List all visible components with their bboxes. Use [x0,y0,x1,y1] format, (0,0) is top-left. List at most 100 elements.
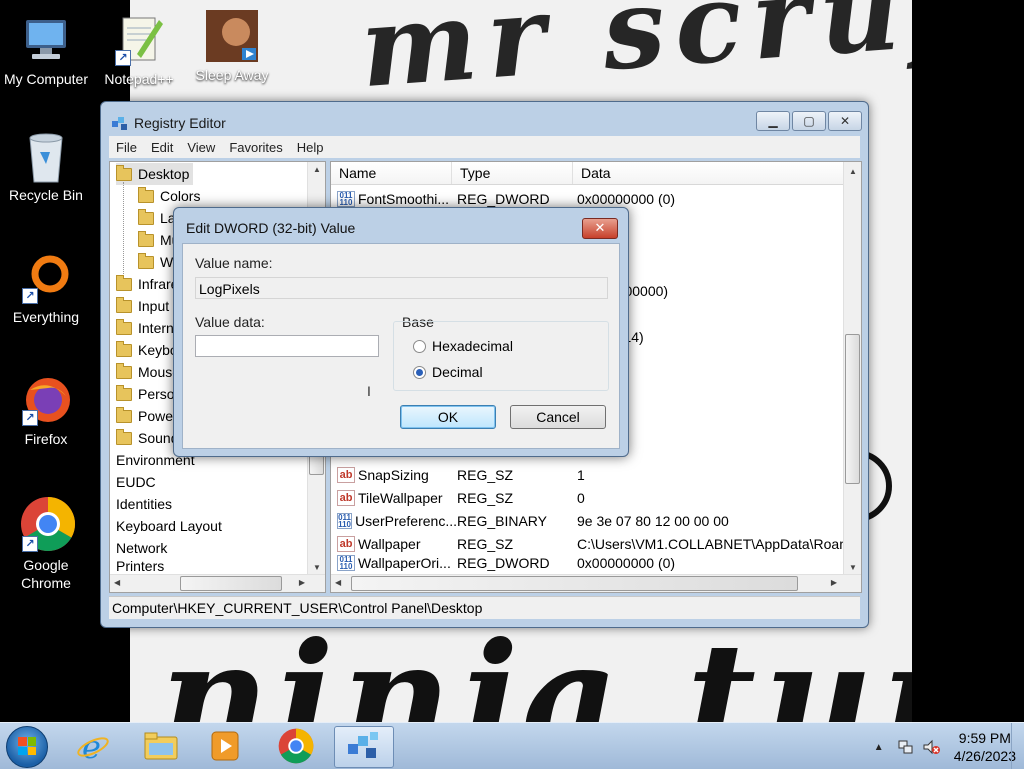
scroll-right-icon: ▶ [298,578,305,587]
window-title-bar[interactable]: Registry Editor [111,112,226,134]
dialog-close-button[interactable]: ✕ [582,218,618,239]
chrome-icon: ↗ [20,496,76,552]
tree-item-label: Colors [160,188,201,204]
folder-icon [116,274,132,291]
desktop-icon-my-computer[interactable]: My Computer [0,14,94,88]
string-value-icon: ab [337,466,355,483]
tree-item-identities[interactable]: Identities [116,493,172,515]
table-row[interactable]: 011 110 WallpaperOri... REG_DWORD 0x00000000… [331,555,847,572]
tree-item[interactable]: Power [116,405,178,427]
windows-start-icon [18,737,36,755]
tree-horizontal-scrollbar[interactable]: ◀ ▶ [110,574,325,592]
volume-muted-icon[interactable] [922,738,940,756]
radio-hexadecimal[interactable]: Hexadecimal [413,338,513,354]
column-header-type[interactable]: Type [452,162,573,184]
tree-item-label: Input [138,298,170,314]
desktop-icon-sleep-away[interactable]: Sleep Away [184,10,280,84]
tree-hscroll-thumb[interactable] [180,576,282,591]
tree-item[interactable]: Infrare [116,273,178,295]
folder-icon [116,318,132,335]
tree-item-network[interactable]: Network [116,537,167,559]
status-bar-path: Computer\HKEY_CURRENT_USER\Control Panel… [109,596,860,619]
maximize-button[interactable]: ▢ [792,111,826,131]
menu-favorites[interactable]: Favorites [222,140,289,155]
everything-search-icon: ↗ [20,252,72,304]
value-name-field: LogPixels [195,277,608,299]
tree-item[interactable]: Wi [138,251,176,273]
values-horizontal-scrollbar[interactable]: ◀ ▶ [331,574,861,592]
list-header: Name Type Data [331,162,861,185]
tree-item-desktop[interactable]: Desktop [116,163,194,185]
menu-help[interactable]: Help [290,140,331,155]
tree-item[interactable]: Input [116,295,169,317]
close-button[interactable]: ✕ [828,111,862,131]
show-hidden-icons-icon[interactable]: ▲ [874,742,884,753]
folder-icon [138,208,154,225]
tree-connector [123,182,124,274]
values-vertical-scrollbar[interactable]: ▲ ▼ [843,162,861,575]
taskbar-chrome[interactable] [267,726,325,766]
radio-label: Hexadecimal [432,338,513,354]
minimize-button[interactable]: ▁ [756,111,790,131]
value-name: TileWallpaper [358,489,443,506]
radio-decimal[interactable]: Decimal [413,364,483,380]
taskbar-media-player[interactable] [196,726,254,766]
table-row[interactable]: 011 110 UserPreferenc... REG_BINARY 9e 3e 07… [331,509,847,532]
edit-dword-dialog[interactable]: Edit DWORD (32-bit) Value ✕ Value name: … [173,207,629,457]
network-icon[interactable] [896,738,914,756]
desktop-icon-google-chrome[interactable]: ↗ Google Chrome [0,496,94,592]
desktop-icon-label: Recycle Bin [9,187,83,203]
table-row[interactable]: ab TileWallpaper REG_SZ 0 [331,486,847,509]
tree-scroll-thumb[interactable] [309,455,324,475]
base-groupbox [393,321,609,391]
tree-item-label: Identities [116,496,173,512]
scroll-right-icon: ▶ [830,578,837,587]
tree-item-keyboard-layout[interactable]: Keyboard Layout [116,515,222,537]
desktop-icon-everything[interactable]: ↗ Everything [0,252,94,326]
show-desktop-button[interactable] [1011,723,1024,769]
values-hscroll-thumb[interactable] [351,576,798,591]
cancel-button[interactable]: Cancel [510,405,606,429]
firefox-icon: ↗ [20,374,72,426]
value-data-input[interactable] [195,335,379,357]
tree-item-eudc[interactable]: EUDC [116,471,156,493]
menu-file[interactable]: File [109,140,144,155]
value-name: UserPreferenc... [355,512,457,529]
tree-item[interactable]: Intern [116,317,174,339]
value-name-label: Value name: [195,255,273,271]
desktop-icon-label: Firefox [24,431,68,447]
ok-button[interactable]: OK [400,405,496,429]
tree-item-label: Desktop [138,166,190,182]
values-scroll-thumb[interactable] [845,334,860,484]
menu-view[interactable]: View [180,140,222,155]
string-value-icon: ab [337,535,355,552]
taskbar-file-explorer[interactable] [132,726,190,766]
tree-item[interactable]: La [138,207,176,229]
menu-edit[interactable]: Edit [144,140,180,155]
tree-item[interactable]: Keybo [116,339,178,361]
tree-item[interactable]: Sound [116,427,178,449]
desktop-icon-notepad-plus-plus[interactable]: ↗ Notepad++ [91,14,187,88]
desktop-icon-label: My Computer [3,71,89,87]
column-header-name[interactable]: Name [331,162,452,184]
start-button[interactable] [6,726,48,768]
table-row[interactable]: ab Wallpaper REG_SZ C:\Users\VM1.COLLABNET\… [331,532,847,555]
desktop-icon-recycle-bin[interactable]: Recycle Bin [0,130,94,204]
tree-item-printers[interactable]: Printers [116,558,164,572]
tree-item-label: Keyboard Layout [116,518,222,534]
tree-item-label: Intern [138,320,174,336]
folder-icon [116,384,132,401]
taskbar-clock[interactable]: 9:59 PM 4/26/2023 [954,729,1016,765]
radio-unchecked-icon [413,339,426,353]
tree-item-colors[interactable]: Colors [138,185,200,207]
taskbar-internet-explorer[interactable]: e [64,726,122,766]
scroll-down-icon: ▼ [849,563,857,572]
scroll-up-icon: ▲ [313,165,321,174]
tree-item-label: Network [116,540,168,556]
column-header-data[interactable]: Data [573,162,861,184]
table-row[interactable]: ab SnapSizing REG_SZ 1 [331,463,847,486]
desktop-icon-firefox[interactable]: ↗ Firefox [0,374,94,448]
tree-item[interactable]: Mouse [116,361,180,383]
taskbar-registry-editor[interactable] [334,726,394,768]
shortcut-arrow-icon: ↗ [22,536,38,552]
